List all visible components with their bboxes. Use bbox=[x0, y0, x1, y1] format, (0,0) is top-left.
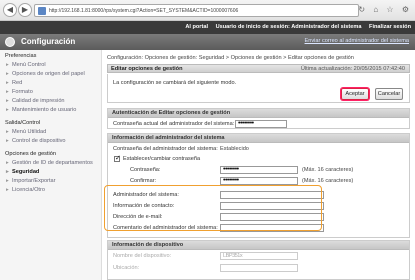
admin-section-title: Información del administrador del sistem… bbox=[108, 134, 409, 143]
home-icon[interactable]: ⌂ bbox=[373, 5, 378, 14]
device-name-label: Nombre del dispositivo: bbox=[113, 253, 172, 259]
sidebar-group-output-control[interactable]: Salida/Control bbox=[0, 120, 40, 126]
sidebar-item-device-control[interactable]: Control de dispositivo bbox=[0, 138, 65, 144]
admin-password-status: Establecido bbox=[220, 146, 249, 152]
device-section: Información de dispositivo Nombre del di… bbox=[107, 240, 410, 280]
panel-header: Editar opciones de gestión Última actual… bbox=[107, 64, 410, 73]
sidebar-item-format[interactable]: Formato bbox=[0, 89, 33, 95]
logout-link[interactable]: Finalizar sesión bbox=[369, 24, 411, 30]
settings-icon bbox=[5, 37, 15, 47]
sidebar-item-paper-source[interactable]: Opciones de origen del papel bbox=[0, 71, 85, 77]
confirm-field[interactable]: •••••••• bbox=[220, 177, 298, 185]
star-icon[interactable]: ☆ bbox=[386, 5, 393, 14]
email-admin-link[interactable]: Enviar correo al administrador del siste… bbox=[305, 38, 409, 44]
sidebar-item-import-export[interactable]: Importar/Exportar bbox=[0, 178, 56, 184]
refresh-icon[interactable]: ↻ bbox=[358, 5, 365, 14]
highlight-frame bbox=[104, 185, 322, 231]
accept-button[interactable]: Aceptar bbox=[341, 88, 369, 100]
current-password-label: Contraseña actual del administrador del … bbox=[113, 121, 235, 127]
location-label: Ubicación: bbox=[113, 265, 140, 271]
auth-section: Autenticación de Editar opciones de gest… bbox=[107, 108, 410, 129]
sidebar-item-security[interactable]: Seguridad bbox=[0, 169, 39, 175]
gear-icon[interactable]: ⚙ bbox=[402, 5, 409, 14]
sidebar-item-user-maintenance[interactable]: Mantenimiento de usuario bbox=[0, 107, 76, 113]
device-name-field[interactable]: LBP351x bbox=[220, 252, 298, 260]
password-label: Contraseña: bbox=[130, 167, 161, 173]
confirm-label: Confirmar: bbox=[130, 178, 157, 184]
page-icon bbox=[38, 7, 46, 15]
device-section-title: Información de dispositivo bbox=[108, 241, 409, 250]
sidebar-group-preferences[interactable]: Preferencias bbox=[0, 53, 36, 59]
sidebar-group-management[interactable]: Opciones de gestión bbox=[0, 151, 56, 157]
sidebar-item-license[interactable]: Licencia/Otro bbox=[0, 187, 45, 193]
url-text: http://192.168.1.81:8000/rps/system.cgi?… bbox=[49, 8, 239, 14]
current-password-field[interactable]: •••••••• bbox=[235, 120, 287, 128]
last-update: Última actualización: 20/05/2015 07:42:4… bbox=[300, 66, 405, 72]
password-hint: (Máx. 16 caracteres) bbox=[302, 167, 354, 173]
panel-title: Editar opciones de gestión bbox=[111, 66, 183, 72]
app-header: Configuración Enviar correo al administr… bbox=[0, 34, 415, 50]
address-bar[interactable]: http://192.168.1.81:8000/rps/system.cgi?… bbox=[34, 4, 359, 17]
sidebar-item-utility-menu[interactable]: Menú Utilidad bbox=[0, 129, 46, 135]
portal-link[interactable]: Al portal bbox=[185, 24, 208, 30]
cancel-button[interactable]: Cancelar bbox=[375, 88, 403, 100]
browser-toolbar: ◀ ▶ http://192.168.1.81:8000/rps/system.… bbox=[0, 0, 415, 21]
set-password-checkbox[interactable] bbox=[114, 154, 121, 162]
location-field[interactable] bbox=[220, 264, 298, 272]
back-icon[interactable]: ◀ bbox=[3, 3, 17, 17]
main-content: Configuración: Opciones de gestión: Segu… bbox=[104, 50, 415, 280]
sidebar-item-print-quality[interactable]: Calidad de impresión bbox=[0, 98, 65, 104]
admin-password-label: Contraseña del administrador del sistema… bbox=[113, 146, 218, 152]
sidebar: Preferencias Menú Control Opciones de or… bbox=[0, 50, 102, 280]
confirm-hint: (Máx. 16 caracteres) bbox=[302, 178, 354, 184]
auth-section-title: Autenticación de Editar opciones de gest… bbox=[108, 109, 409, 118]
session-bar: Al portal Usuario de inicio de sesión: A… bbox=[0, 21, 415, 34]
session-user: Usuario de inicio de sesión: Administrad… bbox=[215, 24, 362, 30]
set-password-label: Establecer/cambiar contraseña bbox=[123, 156, 201, 162]
sidebar-item-control-menu[interactable]: Menú Control bbox=[0, 62, 46, 68]
notice-text: La configuración se cambiará del siguien… bbox=[113, 80, 237, 86]
password-field[interactable]: •••••••• bbox=[220, 166, 298, 174]
breadcrumb: Configuración: Opciones de gestión: Segu… bbox=[107, 55, 354, 61]
notice-box: La configuración se cambiará del siguien… bbox=[107, 74, 410, 103]
sidebar-item-network[interactable]: Red bbox=[0, 80, 22, 86]
page-title: Configuración bbox=[21, 37, 76, 46]
sidebar-item-department-id[interactable]: Gestión de ID de departamentos bbox=[0, 160, 93, 166]
forward-icon[interactable]: ▶ bbox=[18, 3, 32, 17]
